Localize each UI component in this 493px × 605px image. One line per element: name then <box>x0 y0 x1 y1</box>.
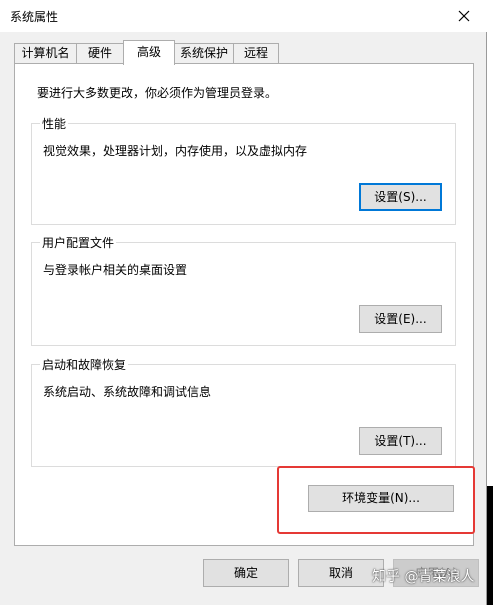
background-window-strip <box>487 0 493 486</box>
user-profiles-group-title: 用户配置文件 <box>40 234 117 251</box>
system-properties-dialog: 系统属性 计算机名 硬件 高级 系统保护 远程 要进行大多数更改，你必须作为管理… <box>0 0 487 605</box>
user-profiles-group: 用户配置文件 与登录帐户相关的桌面设置 设置(E)... <box>31 234 456 346</box>
startup-recovery-settings-button[interactable]: 设置(T)... <box>359 427 442 455</box>
admin-note: 要进行大多数更改，你必须作为管理员登录。 <box>37 86 278 100</box>
performance-description: 视觉效果，处理器计划，内存使用，以及虚拟内存 <box>43 144 308 158</box>
window-title: 系统属性 <box>10 10 59 24</box>
startup-recovery-description: 系统启动、系统故障和调试信息 <box>43 385 212 399</box>
performance-group: 性能 视觉效果，处理器计划，内存使用，以及虚拟内存 设置(S)... <box>31 115 456 225</box>
tab-system-protection[interactable]: 系统保护 <box>174 43 234 64</box>
close-button[interactable] <box>441 0 487 32</box>
tab-hardware[interactable]: 硬件 <box>76 43 124 64</box>
ok-button[interactable]: 确定 <box>203 559 289 587</box>
tab-advanced[interactable]: 高级 <box>123 40 175 65</box>
tab-computer-name[interactable]: 计算机名 <box>14 43 77 64</box>
red-highlight-box <box>277 466 475 534</box>
user-profiles-settings-button[interactable]: 设置(E)... <box>359 305 442 333</box>
title-bar: 系统属性 <box>0 0 487 32</box>
startup-recovery-group-title: 启动和故障恢复 <box>40 356 129 373</box>
startup-recovery-group: 启动和故障恢复 系统启动、系统故障和调试信息 设置(T)... <box>31 356 456 467</box>
watermark: 知乎 @青菜浪人 <box>372 569 475 585</box>
tab-remote[interactable]: 远程 <box>233 43 279 64</box>
user-profiles-description: 与登录帐户相关的桌面设置 <box>43 263 188 277</box>
performance-settings-button[interactable]: 设置(S)... <box>359 183 442 211</box>
close-icon <box>458 10 470 22</box>
performance-group-title: 性能 <box>40 115 69 132</box>
